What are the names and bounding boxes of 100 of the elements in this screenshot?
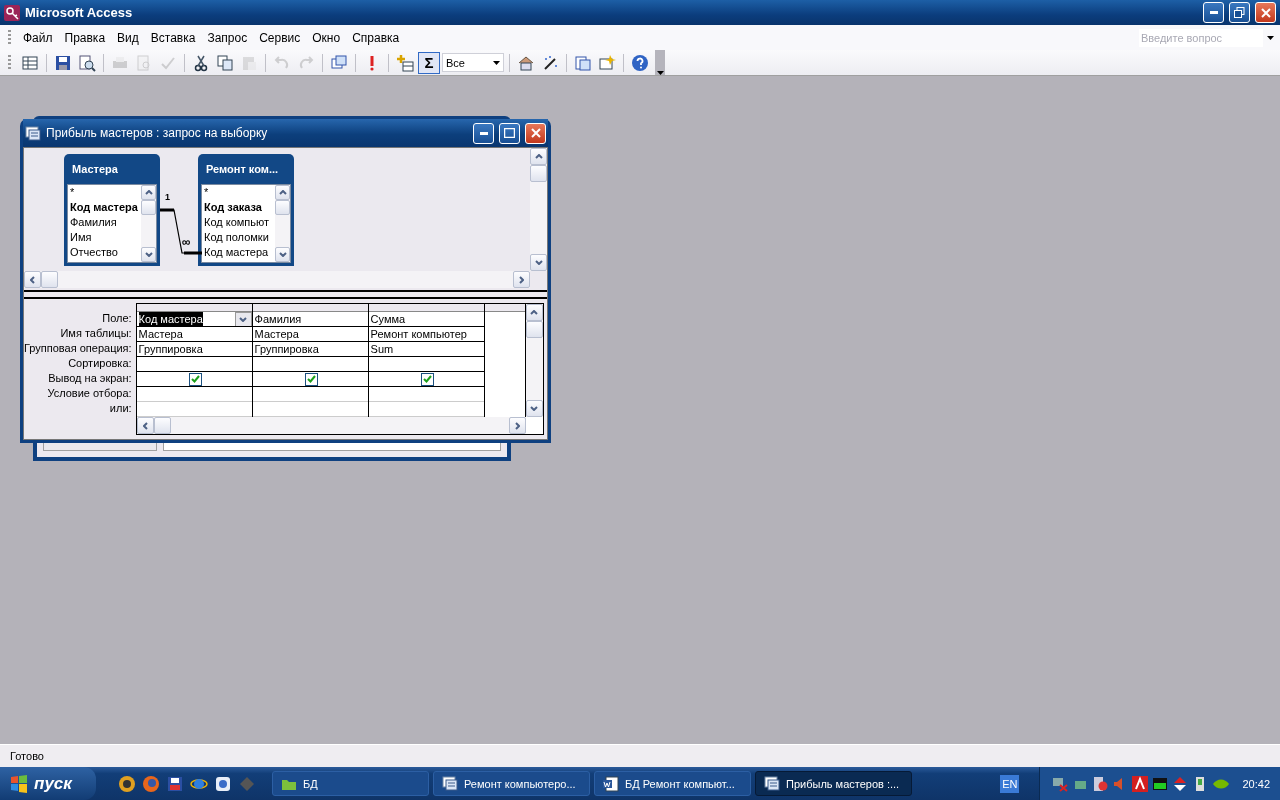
help-search-field[interactable]: Введите вопрос [1139, 28, 1263, 47]
battery-icon[interactable] [1152, 775, 1169, 792]
grid-cell[interactable]: Фамилия [252, 312, 368, 327]
datasheet-icon [21, 53, 39, 72]
scroll-down-button[interactable] [275, 247, 290, 262]
grid-cell[interactable]: Sum [368, 342, 484, 357]
grid-cell[interactable]: Сумма [368, 312, 484, 327]
language-indicator[interactable]: EN [1000, 774, 1020, 793]
field-item[interactable]: Код заказа [202, 200, 275, 215]
maximize-button[interactable] [499, 122, 520, 144]
taskbar-button[interactable]: БД Ремонт компьют... [594, 771, 751, 796]
close-button[interactable] [525, 122, 546, 144]
row-label: Вывод на экран: [47, 371, 133, 386]
page-preview-icon [135, 53, 153, 72]
chevron-up-icon [530, 310, 539, 315]
quick-launch-icon[interactable] [214, 774, 232, 793]
scroll-thumb[interactable] [530, 165, 547, 182]
taskbar-button[interactable]: Прибыль мастеров :... [755, 771, 912, 796]
field-item[interactable]: * [202, 185, 275, 200]
scroll-up-button[interactable] [141, 185, 156, 200]
scroll-thumb[interactable] [153, 417, 171, 434]
antivirus-icon[interactable] [1132, 775, 1149, 792]
transfer-icon[interactable] [1172, 775, 1189, 792]
scroll-thumb[interactable] [141, 200, 156, 215]
chevron-up-icon [144, 190, 153, 195]
row-label: Поле: [101, 311, 133, 326]
menu-item[interactable]: Окно [306, 30, 347, 45]
taskbar-button[interactable]: БД [272, 771, 429, 796]
scroll-left-button[interactable] [136, 417, 154, 434]
database-window-icon [574, 53, 592, 72]
grid-cell[interactable]: Мастера [136, 327, 252, 342]
row-label: или: [108, 401, 133, 416]
show-checkbox[interactable] [188, 372, 202, 386]
minimize-icon [479, 131, 488, 135]
chevron-up-icon [278, 190, 287, 195]
grid-cell[interactable]: Мастера [252, 327, 368, 342]
dropdown-button[interactable] [234, 312, 252, 326]
field-item[interactable]: Имя [68, 230, 141, 245]
chevron-down-icon [534, 260, 543, 265]
pane-splitter[interactable] [24, 290, 547, 299]
restore-icon [1234, 7, 1245, 18]
field-item[interactable]: Код поломки [202, 230, 275, 245]
taskbar-button[interactable]: Ремонт компьютеро... [433, 771, 590, 796]
menu-item[interactable]: Файл [17, 30, 59, 45]
row-label: Групповая операция: [24, 341, 133, 356]
restore-button[interactable] [1229, 2, 1250, 23]
toolbar-options-button[interactable] [655, 50, 665, 75]
totals-button[interactable]: Σ [418, 51, 440, 74]
field-item[interactable]: Отчество [68, 245, 141, 260]
scroll-right-button[interactable] [508, 417, 526, 434]
menu-item[interactable]: Вид [111, 30, 145, 45]
column-selector[interactable] [484, 304, 525, 312]
form-icon [764, 776, 780, 791]
new-object-icon [598, 53, 616, 72]
scroll-right-button[interactable] [513, 271, 530, 288]
menu-item[interactable]: Сервис [253, 30, 307, 45]
quick-launch-icon[interactable] [118, 774, 136, 793]
grid-cell[interactable]: Группировка [252, 342, 368, 357]
checkmark-icon [422, 375, 432, 383]
scroll-thumb[interactable] [41, 271, 58, 288]
field-item[interactable]: Фамилия [68, 215, 141, 230]
windows-icon [330, 53, 348, 72]
close-button[interactable] [1255, 2, 1276, 23]
show-checkbox[interactable] [420, 372, 434, 386]
menu-item[interactable]: Правка [58, 30, 112, 45]
menu-item[interactable]: Вставка [144, 30, 202, 45]
chevron-right-icon [514, 421, 520, 430]
window-title: Microsoft Access [25, 5, 134, 20]
chevron-down-icon [530, 406, 539, 411]
chevron-right-icon [519, 275, 524, 284]
one-label: 1 [165, 192, 170, 202]
scroll-down-button[interactable] [141, 247, 156, 262]
query-icon [25, 125, 41, 141]
form-icon [442, 776, 458, 791]
top-values-dropdown[interactable]: Все [442, 53, 504, 72]
chevron-left-icon [142, 421, 148, 430]
row-label: Условие отбора: [46, 386, 133, 401]
network-icon[interactable] [1052, 775, 1069, 792]
field-item[interactable]: Код компьют [202, 215, 275, 230]
minimize-button[interactable] [473, 122, 494, 144]
field-item[interactable]: Код мастера [202, 245, 275, 260]
grid-cell[interactable]: Ремонт компьютер [368, 327, 484, 342]
caret-icon [493, 60, 500, 65]
menu-item[interactable]: Запрос [201, 30, 254, 45]
scroll-up-button[interactable] [275, 185, 290, 200]
chevron-down-icon [239, 316, 248, 322]
field-item[interactable]: Код мастера [68, 200, 141, 215]
chevron-up-icon [534, 154, 543, 159]
chevron-down-icon [144, 252, 153, 257]
field-item[interactable]: * [68, 185, 141, 200]
document-icon [603, 775, 619, 792]
quick-launch-icon[interactable] [166, 774, 184, 793]
tray-icon[interactable] [1092, 775, 1109, 792]
save-icon [54, 53, 72, 72]
start-button[interactable]: пуск [0, 767, 96, 800]
menu-item[interactable]: Справка [346, 30, 406, 45]
show-checkbox[interactable] [304, 372, 318, 386]
scroll-thumb[interactable] [275, 200, 290, 215]
minimize-button[interactable] [1203, 2, 1224, 23]
grid-cell[interactable]: Группировка [136, 342, 252, 357]
